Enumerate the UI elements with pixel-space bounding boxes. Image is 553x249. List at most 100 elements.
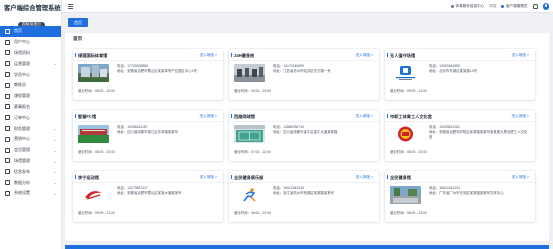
sidebar-item[interactable]: 场馆资料 bbox=[0, 48, 61, 59]
nav-icon bbox=[5, 169, 10, 175]
notice-text: 体育服务信息中心 bbox=[455, 4, 485, 8]
user-menu[interactable]: 客户端管理员 bbox=[501, 4, 528, 9]
sidebar-item-label: 首页 bbox=[14, 28, 22, 34]
sidebar-item[interactable]: 教练员 bbox=[0, 80, 61, 91]
page-title: 首页 bbox=[73, 36, 83, 41]
enter-venue-link[interactable]: 进入场馆 > bbox=[512, 175, 529, 180]
language-select[interactable]: 中文 bbox=[489, 4, 496, 9]
enter-venue-link[interactable]: 进入场馆 > bbox=[356, 53, 373, 58]
enter-venue-link[interactable]: 进入场馆 > bbox=[356, 114, 373, 119]
venue-name: 智慧FC馆 bbox=[74, 113, 97, 119]
sidebar-item[interactable]: 首页 bbox=[0, 26, 61, 37]
venue-hours: 08:00 - 22:00 bbox=[406, 150, 427, 154]
venue-address-row: 地址：四川省成都市金牛区金牛大道某某路 bbox=[273, 130, 373, 135]
sidebar-item-label: 场馆资料 bbox=[14, 49, 30, 55]
venue-phone: 13900481959 bbox=[439, 64, 460, 68]
venue-thumbnail[interactable] bbox=[234, 64, 265, 82]
venue-hours: 09:00 - 21:00 bbox=[94, 211, 115, 215]
venue-phone: 13179857227 bbox=[127, 186, 148, 190]
sidebar-item[interactable]: 课程管理 bbox=[0, 91, 61, 102]
sidebar-item[interactable]: 财务管理 ⌄ bbox=[0, 123, 61, 134]
venue-card[interactable]: 全民健身馆 进入场馆 > 电话：18012341234 地址：广东省广州市天河区某某路… bbox=[385, 171, 535, 222]
venue-card[interactable]: 市职工体育工人文化宫 进入场馆 > 电话：15309811263 地址：安徽省合肥市庐… bbox=[385, 110, 535, 161]
venue-card[interactable]: 西路网球馆 进入场馆 > 电话：13886786710 地址：四川省成都市金牛区金牛大… bbox=[229, 110, 379, 161]
nav-icon bbox=[5, 136, 10, 142]
venue-card[interactable]: 无人值守场馆 进入场馆 > 电话：13900481959 地址：北京市东城区某某路12… bbox=[385, 49, 535, 100]
enter-venue-link[interactable]: 进入场馆 > bbox=[200, 53, 217, 58]
sidebar-item[interactable]: 赛事报名 bbox=[0, 102, 61, 113]
venue-thumbnail[interactable] bbox=[78, 64, 109, 82]
notice-link[interactable]: 体育服务信息中心 bbox=[451, 4, 484, 9]
enter-venue-link[interactable]: 进入场馆 > bbox=[200, 114, 217, 119]
sidebar-nav: 首页用户中心 场馆资料运营管理 ⌄ 学员中心 教练员课程管理赛事报名 订单中心财务管理 ⌄ 营… bbox=[0, 26, 61, 199]
venue-card[interactable]: 全民健身俱乐部 进入场馆 > 电话：18012342345 地址：浙江省杭州市西湖区某… bbox=[229, 171, 379, 222]
venue-thumbnail[interactable] bbox=[234, 186, 265, 204]
venue-hours-row: 营业时间：09:00 - 21:00 bbox=[390, 88, 427, 93]
enter-venue-link[interactable]: 进入场馆 > bbox=[200, 175, 217, 180]
hours-label: 营业时间： bbox=[234, 150, 251, 154]
sidebar-item-label: 场馆管理 bbox=[14, 157, 30, 163]
venue-address: 四川省成都市金牛区金牛大道某某路 bbox=[283, 129, 338, 134]
tab-home[interactable]: 首页 bbox=[68, 18, 88, 27]
venue-phone: 18012341234 bbox=[439, 186, 460, 190]
avatar[interactable] bbox=[542, 3, 549, 10]
menu-toggle-icon[interactable] bbox=[68, 4, 73, 9]
venue-thumbnail[interactable] bbox=[78, 186, 109, 204]
bell-icon[interactable] bbox=[532, 4, 538, 9]
sidebar-item-label: 课程管理 bbox=[14, 93, 30, 99]
venue-info: 电话：15170240609 地址：江苏省苏州市姑苏区东方路一号 bbox=[273, 64, 373, 74]
venue-info: 电话：13900481959 地址：北京市东城区某某路12号 bbox=[429, 64, 529, 74]
sidebar-item[interactable]: 系统设置 ⌄ bbox=[0, 188, 61, 199]
nav-icon bbox=[5, 147, 10, 153]
nav-icon bbox=[5, 61, 10, 67]
venue-thumbnail[interactable] bbox=[390, 186, 421, 204]
hours-label: 营业时间： bbox=[390, 211, 407, 215]
venue-card[interactable]: 24H健身房 进入场馆 > 电话：15170240609 地址：江苏省苏州市姑苏区东方… bbox=[229, 49, 379, 100]
sidebar-item[interactable]: 订单中心 bbox=[0, 112, 61, 123]
venue-phone: 15309811263 bbox=[439, 125, 460, 129]
venue-address-row: 地址：北京市东城区某某路12号 bbox=[429, 69, 529, 74]
venue-address: 四川省成都市锦江区东风路某某号 bbox=[127, 129, 179, 134]
sidebar-item[interactable]: 数据分析 ⌄ bbox=[0, 177, 61, 188]
chevron-down-icon: ⌄ bbox=[53, 136, 57, 142]
venue-card[interactable]: 李宁运动馆 进入场馆 > 电话：13179857227 地址：安徽省合肥市蜀山区某某大… bbox=[73, 171, 223, 222]
sidebar-item-label: 订单中心 bbox=[14, 114, 30, 120]
address-label: 地址： bbox=[273, 68, 284, 73]
sidebar-item-label: 会员管理 bbox=[14, 147, 30, 153]
app-root: 客户端综合管理系统 超级管理员 首页 用户中心 场馆资料 运营管理 ⌄ 学员中心 教练员 课程… bbox=[0, 0, 553, 249]
nav-icon bbox=[5, 180, 10, 186]
phone-label: 电话： bbox=[273, 64, 284, 68]
sidebar-item[interactable]: 学员中心 bbox=[0, 69, 61, 80]
topbar: 体育服务信息中心 中文 客户端管理员 bbox=[62, 0, 553, 13]
venue-hours-row: 营业时间：08:00 - 22:00 bbox=[390, 149, 427, 154]
enter-venue-link[interactable]: 进入场馆 > bbox=[356, 175, 373, 180]
sidebar-item[interactable]: 会员管理 ⌄ bbox=[0, 145, 61, 156]
enter-venue-link[interactable]: 进入场馆 > bbox=[512, 53, 529, 58]
sidebar-item[interactable]: 用户中心 bbox=[0, 37, 61, 48]
sidebar-item[interactable]: 场馆管理 ⌄ bbox=[0, 156, 61, 167]
venue-thumbnail[interactable] bbox=[78, 125, 109, 143]
venue-phone: 17700008888 bbox=[127, 64, 148, 68]
hours-label: 营业时间： bbox=[78, 89, 95, 93]
venue-info: 电话：15309811263 地址：安徽省合肥市庐阳区某某路某某号某某楼大厦合肥工… bbox=[429, 125, 529, 139]
venue-thumbnail[interactable] bbox=[234, 125, 265, 143]
sidebar-item[interactable]: 营销中心 ⌄ bbox=[0, 134, 61, 145]
sidebar-item[interactable]: 运营管理 ⌄ bbox=[0, 58, 61, 69]
address-label: 地址： bbox=[429, 190, 440, 195]
venue-hours: 00:00 - 23:59 bbox=[250, 89, 271, 93]
scrollbar[interactable] bbox=[549, 36, 551, 236]
sidebar-item[interactable]: 信息发布 ⌄ bbox=[0, 166, 61, 177]
venue-card[interactable]: 绿茵国际体育馆 进入场馆 > 电话：17700008888 地址：安徽省合肥市蜀山区某… bbox=[73, 49, 223, 100]
phone-label: 电话： bbox=[117, 125, 128, 129]
venue-card[interactable]: 智慧FC馆 进入场馆 > 电话：15358181187 地址：四川省成都市锦江区东风路… bbox=[73, 110, 223, 161]
enter-venue-link[interactable]: 进入场馆 > bbox=[512, 114, 529, 119]
venue-thumbnail[interactable] bbox=[390, 64, 421, 82]
venue-info: 电话：15358181187 地址：四川省成都市锦江区东风路某某号 bbox=[117, 125, 217, 135]
venue-address-row: 地址：浙江省杭州市西湖区某某路某某号 bbox=[273, 191, 373, 196]
chevron-down-icon: ⌄ bbox=[53, 180, 57, 186]
venue-name: 李宁运动馆 bbox=[75, 174, 99, 180]
venue-thumbnail[interactable] bbox=[390, 125, 421, 143]
hours-label: 营业时间： bbox=[78, 150, 95, 154]
venue-name: 西路网球馆 bbox=[231, 113, 255, 119]
venue-name: 市职工体育工人文化宫 bbox=[387, 113, 432, 119]
